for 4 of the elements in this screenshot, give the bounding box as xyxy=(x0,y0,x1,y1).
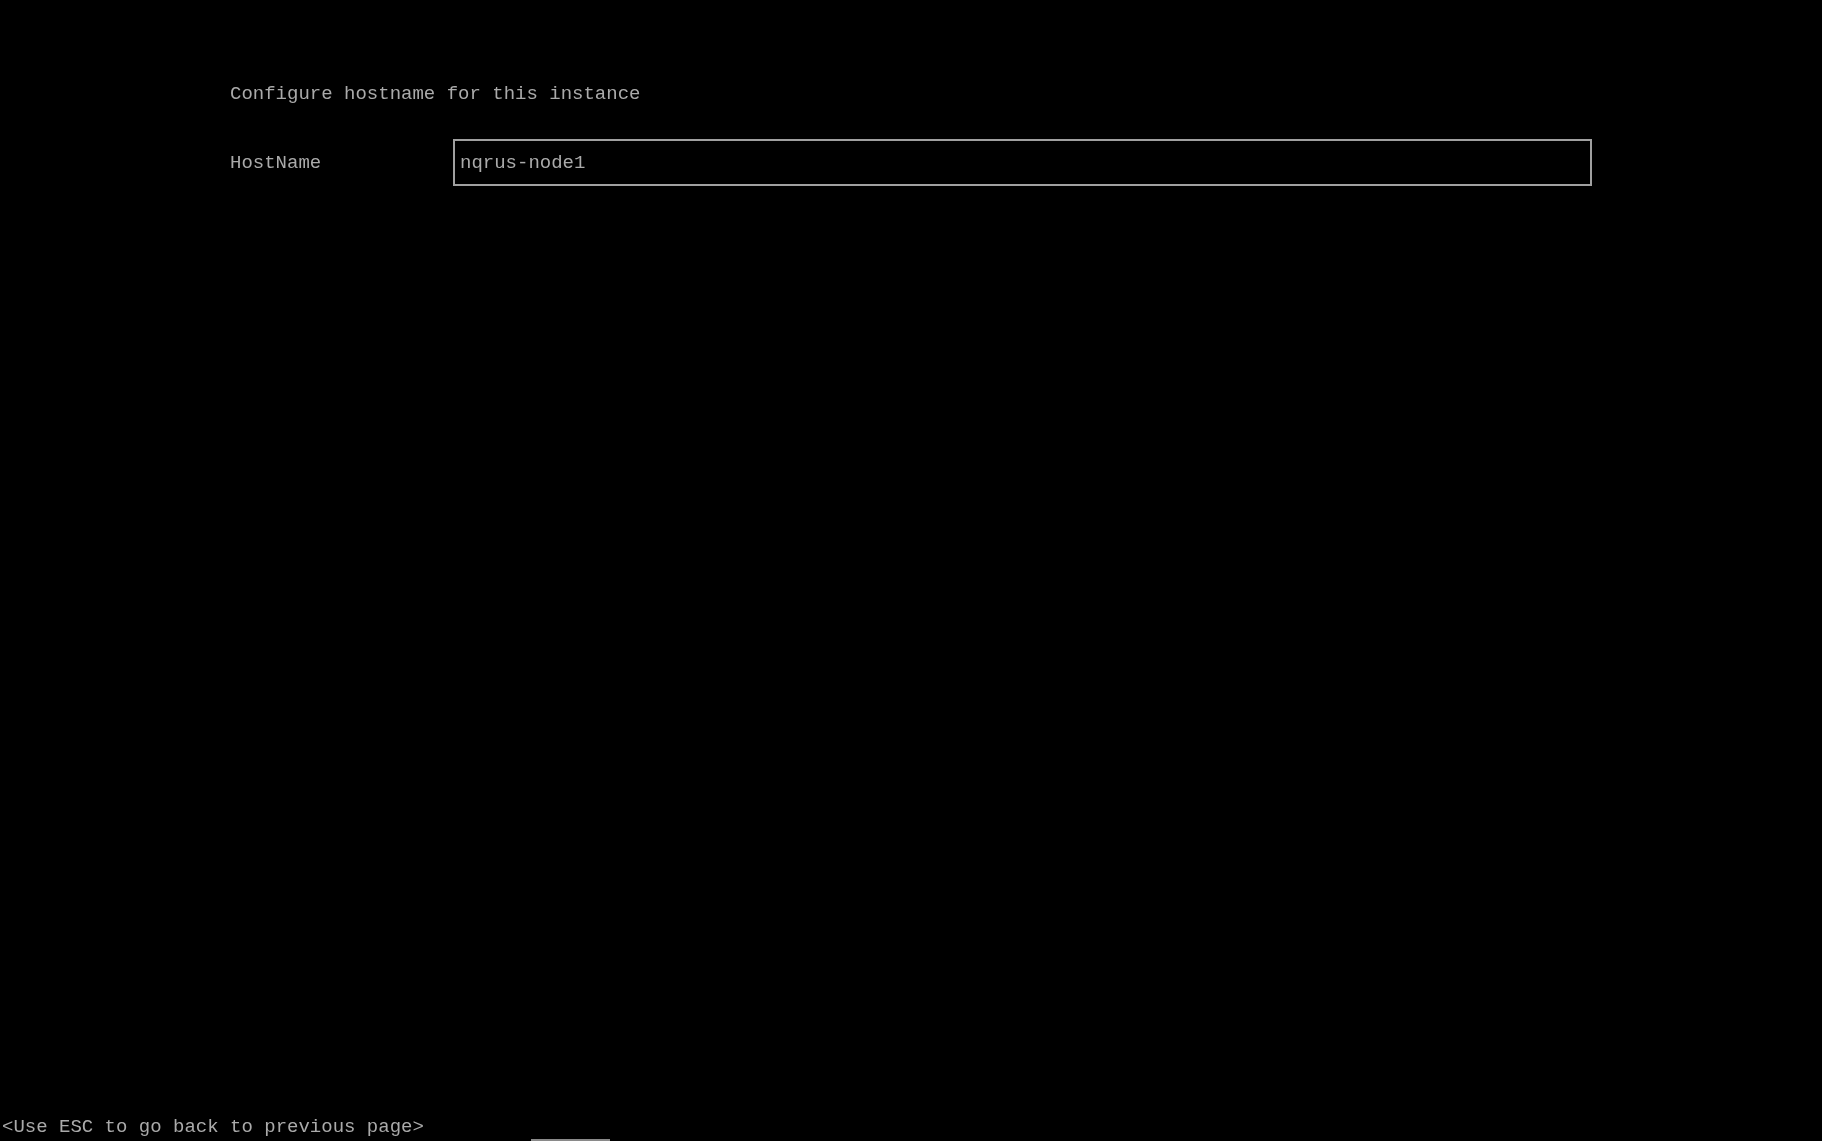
status-hint: <Use ESC to go back to previous page> xyxy=(2,1116,424,1138)
input-field[interactable]: nqrus-node1 xyxy=(453,139,1592,186)
field-label: HostName xyxy=(230,151,323,174)
screen-heading: Configure hostname for this instance xyxy=(230,83,641,105)
